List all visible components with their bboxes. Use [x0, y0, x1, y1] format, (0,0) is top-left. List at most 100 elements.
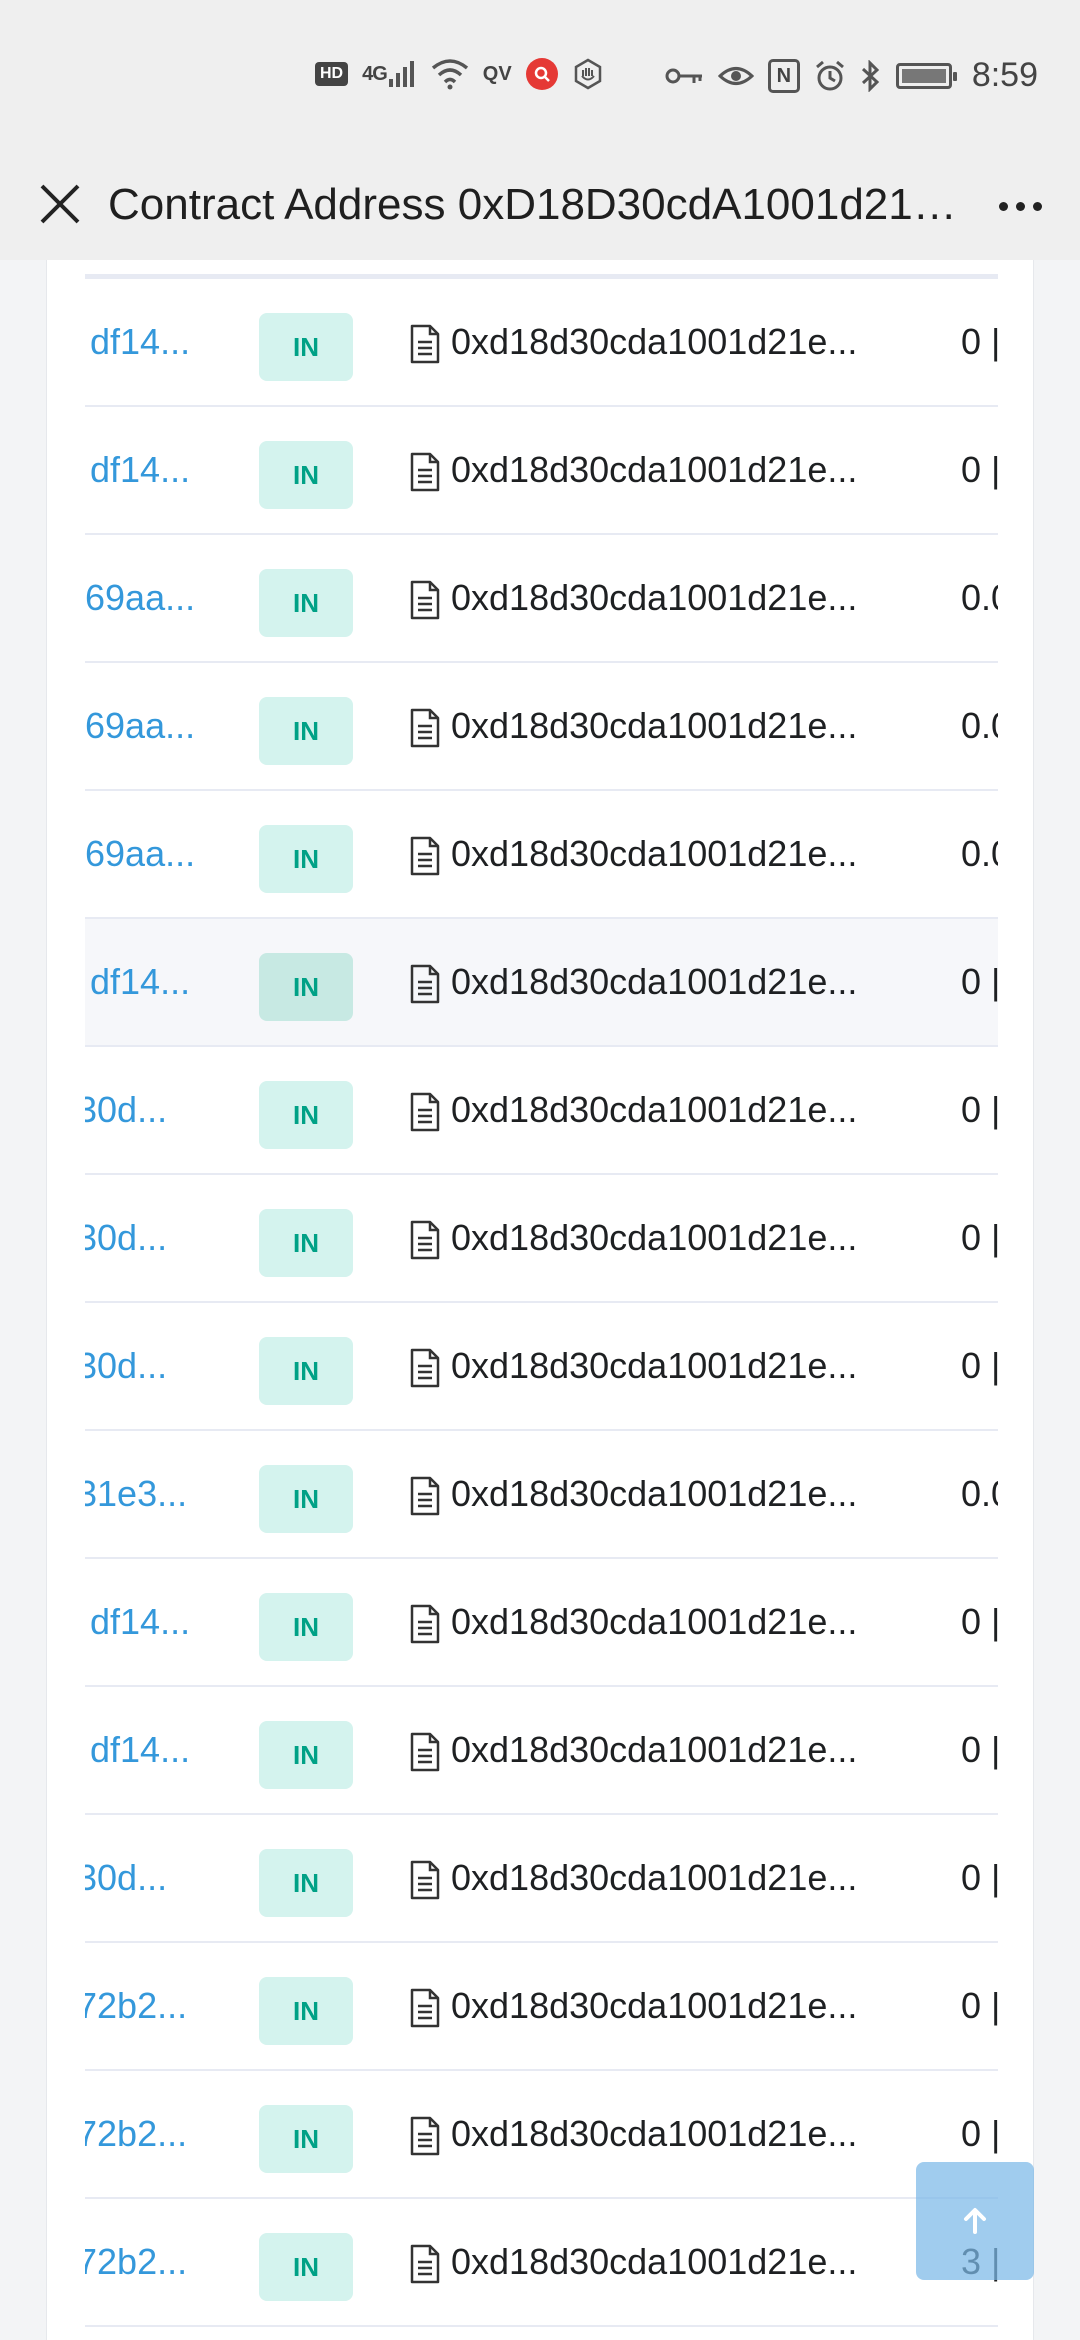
contract-document-icon	[410, 580, 440, 620]
qv-icon: QV	[483, 56, 512, 92]
to-address-link[interactable]: 0xd18d30cda1001d21e...	[451, 2071, 857, 2197]
txn-hash-link[interactable]: df14...	[90, 1559, 190, 1685]
transfers-card: df14... IN 0xd18d30cda1001d21e... 0 | df14..…	[46, 260, 1034, 2340]
quantity-value: 0 |	[961, 1601, 998, 1642]
search-app-icon	[525, 56, 558, 92]
direction-badge: IN	[259, 2105, 353, 2173]
close-button[interactable]	[28, 172, 92, 236]
to-address-link[interactable]: 0xd18d30cda1001d21e...	[451, 919, 857, 1045]
table-row[interactable]: df14... IN 0xd18d30cda1001d21e... 0 |	[85, 919, 998, 1047]
contract-document-icon	[410, 452, 440, 492]
contract-document-icon	[410, 1860, 440, 1900]
table-row[interactable]: 30d... IN 0xd18d30cda1001d21e... 0 |	[85, 1175, 998, 1303]
to-address-link[interactable]: 0xd18d30cda1001d21e...	[451, 2199, 857, 2325]
txn-hash-link[interactable]: 30d...	[85, 1175, 167, 1301]
table-row[interactable]: 69aa... IN 0xd18d30cda1001d21e... 0.0	[85, 663, 998, 791]
txn-hash-link[interactable]: 31e3...	[85, 1431, 187, 1557]
quantity-value: 0 |	[961, 321, 998, 362]
table-row[interactable]: 69aa... IN 0xd18d30cda1001d21e... 0.0	[85, 791, 998, 919]
quantity-value: 0.0	[961, 833, 998, 874]
table-row[interactable]: 30d... IN 0xd18d30cda1001d21e... 0 |	[85, 1303, 998, 1431]
status-right-icons: N 8:59	[664, 56, 1038, 95]
txn-hash-link[interactable]: 30d...	[85, 1047, 167, 1173]
direction-badge: IN	[259, 953, 353, 1021]
txn-hash-link[interactable]: 69aa...	[85, 663, 195, 789]
contract-document-icon	[410, 1988, 440, 2028]
direction-badge: IN	[259, 1465, 353, 1533]
txn-hash-link[interactable]: 69aa...	[85, 791, 195, 917]
contract-document-icon	[410, 708, 440, 748]
table-row[interactable]: df14... IN 0xd18d30cda1001d21e... 0 |	[85, 1687, 998, 1815]
signal-4g-icon: 4G	[362, 56, 417, 92]
direction-badge: IN	[259, 1977, 353, 2045]
to-address-link[interactable]: 0xd18d30cda1001d21e...	[451, 1943, 857, 2069]
txn-hash-link[interactable]: 30d...	[85, 1815, 167, 1941]
to-address-link[interactable]: 0xd18d30cda1001d21e...	[451, 1559, 857, 1685]
direction-badge: IN	[259, 1593, 353, 1661]
table-row[interactable]: df14... IN 0xd18d30cda1001d21e... 0 |	[85, 279, 998, 407]
to-address-link[interactable]: 0xd18d30cda1001d21e...	[451, 1687, 857, 1813]
nfc-label: N	[767, 58, 800, 93]
to-address-link[interactable]: 0xd18d30cda1001d21e...	[451, 279, 857, 405]
txn-hash-link[interactable]: df14...	[90, 279, 190, 405]
clock-time: 8:59	[971, 56, 1038, 94]
nfc-icon: N	[767, 58, 800, 94]
table-row[interactable]: df14... IN 0xd18d30cda1001d21e... 0 |	[85, 1559, 998, 1687]
to-address-link[interactable]: 0xd18d30cda1001d21e...	[451, 1175, 857, 1301]
direction-badge: IN	[259, 1721, 353, 1789]
wifi-icon	[431, 56, 469, 92]
contract-document-icon	[410, 1348, 440, 1388]
contract-document-icon	[410, 324, 440, 364]
direction-badge: IN	[259, 825, 353, 893]
direction-badge: IN	[259, 697, 353, 765]
txn-hash-link[interactable]: df14...	[90, 919, 190, 1045]
table-row[interactable]: 72b2... IN 0xd18d30cda1001d21e... 0 |	[85, 1943, 998, 2071]
txn-hash-link[interactable]: 69aa...	[85, 535, 195, 661]
to-address-link[interactable]: 0xd18d30cda1001d21e...	[451, 1431, 857, 1557]
table-row[interactable]: 72b2...IN0xd18d30cda1001d21e...3 |	[85, 2199, 998, 2327]
contract-document-icon	[410, 1476, 440, 1516]
to-address-link[interactable]: 0xd18d30cda1001d21e...	[451, 663, 857, 789]
quantity-value: 0 |	[961, 1089, 998, 1130]
table-row[interactable]: 72b2... IN 0xd18d30cda1001d21e... 0 |	[85, 2071, 998, 2199]
table-row[interactable]: 30d... IN 0xd18d30cda1001d21e... 0 |	[85, 1815, 998, 1943]
contract-document-icon	[410, 1220, 440, 1260]
direction-badge: IN	[259, 1209, 353, 1277]
more-options-button[interactable]	[988, 174, 1052, 238]
to-address-link[interactable]: 0xd18d30cda1001d21e...	[451, 791, 857, 917]
to-address-link[interactable]: 0xd18d30cda1001d21e...	[451, 1047, 857, 1173]
table-row[interactable]: df14... IN 0xd18d30cda1001d21e... 0 |	[85, 407, 998, 535]
txn-hash-link[interactable]: 30d...	[85, 1303, 167, 1429]
battery-icon	[895, 58, 957, 94]
to-address-link[interactable]: 0xd18d30cda1001d21e...	[451, 535, 857, 661]
qv-label: QV	[482, 63, 512, 85]
table-row[interactable]: 69aa... IN 0xd18d30cda1001d21e... 0.0	[85, 535, 998, 663]
key-icon	[664, 58, 704, 94]
txn-hash-link[interactable]: 72b2...	[85, 2071, 187, 2197]
quantity-value: 0 |	[961, 449, 998, 490]
txn-hash-link[interactable]: 72b2...	[85, 2199, 187, 2325]
contract-document-icon	[410, 964, 440, 1004]
page-title: Contract Address 0xD18D30cdA1001d21e6f4f…	[108, 180, 968, 229]
quantity-value: 0.0	[961, 705, 998, 746]
quantity-value: 0 |	[961, 1857, 998, 1898]
txn-hash-link[interactable]: df14...	[90, 1687, 190, 1813]
to-address-link[interactable]: 0xd18d30cda1001d21e...	[451, 1815, 857, 1941]
close-icon	[40, 184, 80, 224]
txn-hash-link[interactable]: 72b2...	[85, 1943, 187, 2069]
quantity-value: 0 |	[961, 1345, 998, 1386]
table-row[interactable]: 30d... IN 0xd18d30cda1001d21e... 0 |	[85, 1047, 998, 1175]
table-row[interactable]: 31e3... IN 0xd18d30cda1001d21e... 0.0	[85, 1431, 998, 1559]
more-dot	[1032, 201, 1042, 211]
contract-document-icon	[410, 1604, 440, 1644]
status-left-icons: HD 4G QV	[315, 56, 604, 92]
direction-badge: IN	[259, 1849, 353, 1917]
quantity-value: 0.0	[961, 577, 998, 618]
back-to-top-button[interactable]	[916, 2162, 1034, 2280]
txn-hash-link[interactable]: df14...	[90, 407, 190, 533]
more-dot	[998, 201, 1008, 211]
to-address-link[interactable]: 0xd18d30cda1001d21e...	[451, 1303, 857, 1429]
to-address-link[interactable]: 0xd18d30cda1001d21e...	[451, 407, 857, 533]
quantity-value: 0 |	[961, 961, 998, 1002]
contract-document-icon	[410, 2244, 440, 2284]
